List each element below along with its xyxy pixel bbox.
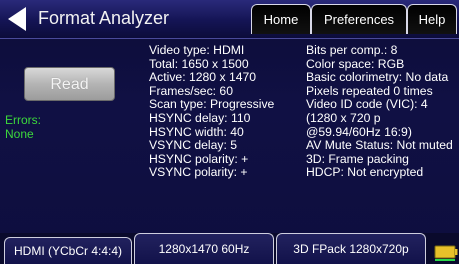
screen: Format Analyzer Home Preferences Help Re… (0, 0, 459, 264)
tab-home[interactable]: Home (251, 4, 311, 34)
detail-vsync-delay: VSYNC delay: 5 (149, 138, 238, 153)
battery-icon (434, 245, 458, 261)
video-details-right: Bits per comp.: 8 Color space: RGB Basic… (306, 43, 453, 180)
tab-preferences[interactable]: Preferences (311, 4, 407, 34)
detail-3d: 3D: Frame packing (306, 151, 409, 166)
status-interface[interactable]: HDMI (YCbCr 4:4:4) (4, 237, 132, 264)
detail-hsync-delay: HSYNC delay: 110 (149, 110, 251, 125)
detail-video-type: Video type: HDMI (149, 43, 245, 57)
detail-frames-per-sec: Frames/sec: 60 (149, 83, 233, 98)
status-3d-format[interactable]: 3D FPack 1280x720p (276, 233, 426, 264)
detail-pixels-repeated: Pixels repeated 0 times (306, 83, 433, 98)
detail-vic-rate: @59.94/60Hz 16:9) (306, 124, 412, 139)
detail-av-mute: AV Mute Status: Not muted (306, 138, 453, 153)
video-details-left: Video type: HDMI Total: 1650 x 1500 Acti… (149, 43, 275, 180)
detail-hdcp: HDCP: Not encrypted (306, 165, 424, 180)
detail-active: Active: 1280 x 1470 (149, 70, 257, 85)
read-button[interactable]: Read (24, 67, 115, 101)
tab-help[interactable]: Help (407, 4, 457, 34)
detail-scan-type: Scan type: Progressive (149, 97, 275, 112)
detail-basic-colorimetry: Basic colorimetry: No data (306, 70, 449, 85)
status-resolution[interactable]: 1280x1470 60Hz (134, 233, 274, 264)
detail-color-space: Color space: RGB (306, 56, 405, 71)
back-arrow-icon[interactable] (6, 6, 28, 32)
detail-vsync-polarity: VSYNC polarity: + (149, 165, 248, 180)
detail-vic: Video ID code (VIC): 4 (306, 97, 428, 112)
detail-bits-per-comp: Bits per comp.: 8 (306, 43, 398, 57)
errors-label: Errors: (5, 113, 41, 127)
page-title: Format Analyzer (38, 8, 170, 28)
errors-value: None (5, 127, 34, 141)
detail-total: Total: 1650 x 1500 (149, 56, 249, 71)
detail-vic-resolution: (1280 x 720 p (306, 110, 381, 125)
detail-hsync-width: HSYNC width: 40 (149, 124, 244, 139)
detail-hsync-polarity: HSYNC polarity: + (149, 151, 249, 166)
